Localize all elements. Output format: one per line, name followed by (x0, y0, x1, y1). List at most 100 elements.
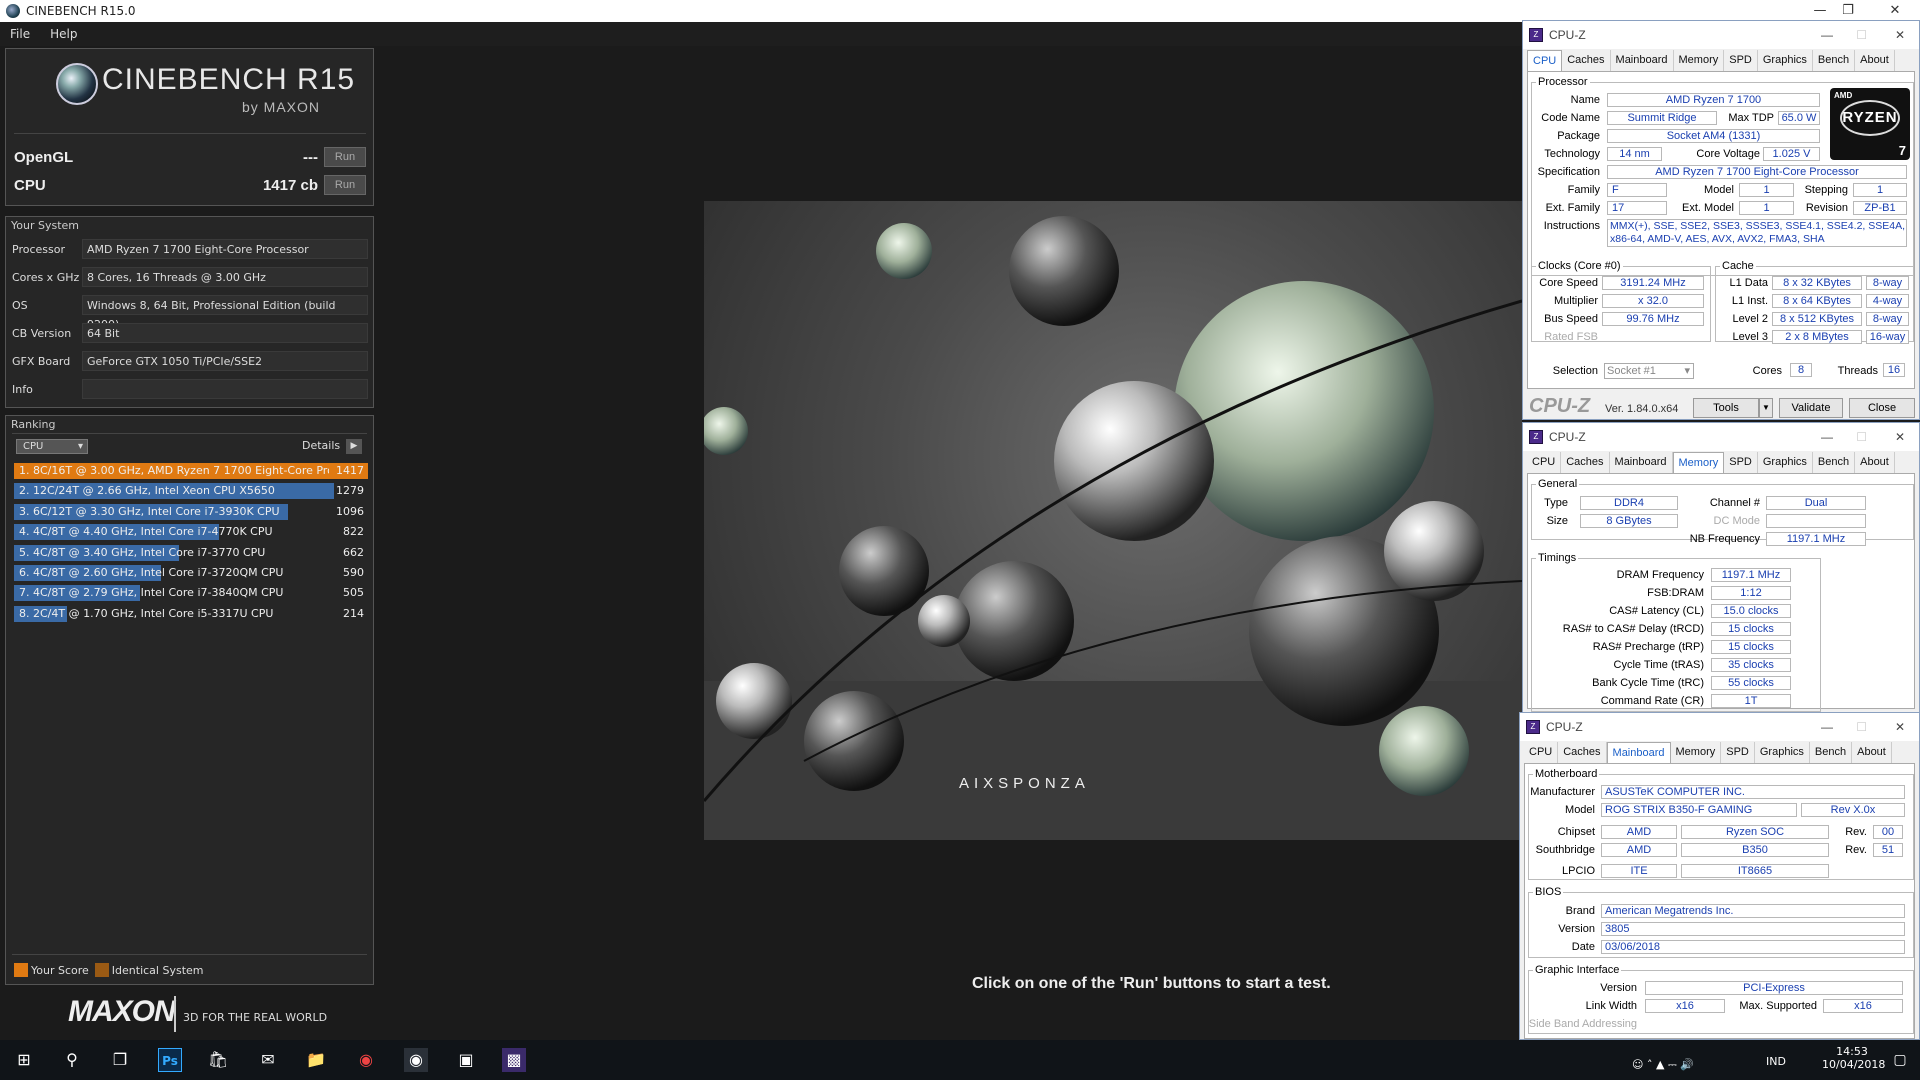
tab-cpu[interactable]: CPU (1527, 452, 1562, 473)
tab-caches[interactable]: Caches (1561, 452, 1610, 473)
tab-about[interactable]: About (1855, 452, 1895, 473)
tab-bench[interactable]: Bench (1813, 50, 1856, 71)
ranking-row[interactable]: 6. 4C/8T @ 2.60 GHz, Intel Core i7-3720Q… (14, 564, 368, 582)
sys-value[interactable]: GeForce GTX 1050 Ti/PCIe/SSE2 (82, 351, 368, 371)
minimize-icon[interactable]: — (1821, 720, 1833, 734)
ranking-row[interactable]: 8. 2C/4T @ 1.70 GHz, Intel Core i5-3317U… (14, 605, 368, 623)
nb-frequency-field: 1197.1 MHz (1766, 532, 1866, 546)
field-label: DRAM Frequency (1616, 569, 1704, 581)
tab-cpu[interactable]: CPU (1524, 742, 1559, 763)
ranking-row[interactable]: 1. 8C/16T @ 3.00 GHz, AMD Ryzen 7 1700 E… (14, 462, 368, 480)
tab-mainboard[interactable]: Mainboard (1611, 50, 1674, 71)
tab-bench[interactable]: Bench (1810, 742, 1853, 763)
details-label[interactable]: Details (302, 439, 340, 452)
divider (12, 954, 367, 955)
field-label: Version (1600, 982, 1637, 994)
arrow-up-icon[interactable]: ˄ (1647, 1058, 1653, 1071)
photoshop-icon[interactable]: Ps (158, 1048, 182, 1072)
close-icon[interactable]: ✕ (1895, 28, 1905, 42)
close-icon[interactable]: ✕ (1895, 430, 1905, 444)
cpu-run-button[interactable]: Run (324, 175, 366, 195)
tab-graphics[interactable]: Graphics (1755, 742, 1810, 763)
level3-field: 2 x 8 MBytes (1772, 330, 1862, 344)
ranking-select[interactable]: CPU ▾ (16, 439, 88, 454)
ranking-row[interactable]: 5. 4C/8T @ 3.40 GHz, Intel Core i7-3770 … (14, 544, 368, 562)
clock[interactable]: 14:53 10/04/2018 (1822, 1045, 1885, 1071)
tab-spd[interactable]: SPD (1724, 50, 1758, 71)
bios-brand-field: American Megatrends Inc. (1601, 904, 1905, 918)
link-width-field: x16 (1645, 999, 1725, 1013)
menu-file[interactable]: File (0, 27, 40, 41)
tab-mainboard[interactable]: Mainboard (1606, 742, 1671, 763)
tab-about[interactable]: About (1855, 50, 1895, 71)
sys-value[interactable]: Windows 8, 64 Bit, Professional Edition … (82, 295, 368, 331)
opengl-run-button[interactable]: Run (324, 147, 366, 167)
people-icon[interactable]: ☺ (1632, 1058, 1643, 1071)
chipset-field: Ryzen SOC (1681, 825, 1829, 839)
field-label: Core Voltage (1696, 148, 1760, 160)
sys-value[interactable]: AMD Ryzen 7 1700 Eight-Core Processor (82, 239, 368, 259)
sys-value[interactable]: 8 Cores, 16 Threads @ 3.00 GHz (82, 267, 368, 287)
tab-cpu[interactable]: CPU (1527, 50, 1563, 71)
close-button[interactable]: Close (1849, 398, 1915, 418)
ranking-row[interactable]: 4. 4C/8T @ 4.40 GHz, Intel Core i7-4770K… (14, 523, 368, 541)
tab-memory[interactable]: Memory (1674, 50, 1725, 71)
field-label: Bank Cycle Time (tRC) (1592, 677, 1704, 689)
file-explorer-icon[interactable]: 📁 (304, 1048, 328, 1072)
windows-start-icon[interactable]: ⊞ (12, 1048, 36, 1072)
notifications-icon[interactable]: ▢ (1888, 1048, 1912, 1072)
cinebench-taskbar-icon[interactable]: ◉ (404, 1048, 428, 1072)
field-label: Side Band Addressing (1528, 1018, 1637, 1030)
ranking-row[interactable]: 3. 6C/12T @ 3.30 GHz, Intel Core i7-3930… (14, 503, 368, 521)
volume-icon[interactable]: 🔊 (1680, 1058, 1694, 1071)
socket-select[interactable]: Socket #1 ▾ (1604, 363, 1694, 379)
tab-spd[interactable]: SPD (1721, 742, 1755, 763)
legend-your-score: Your Score (31, 963, 89, 977)
sys-value[interactable]: 64 Bit (82, 323, 368, 343)
tray-app-icon[interactable]: ▲ (1656, 1058, 1664, 1071)
tools-button[interactable]: Tools (1693, 398, 1759, 418)
tab-bench[interactable]: Bench (1813, 452, 1856, 473)
close-icon[interactable]: ✕ (1875, 0, 1915, 22)
chrome-icon[interactable]: ◉ (354, 1048, 378, 1072)
tab-graphics[interactable]: Graphics (1758, 452, 1813, 473)
validate-button[interactable]: Validate (1779, 398, 1843, 418)
store-icon[interactable]: 🛍 (206, 1048, 230, 1072)
close-icon[interactable]: ✕ (1895, 720, 1905, 734)
field-label: NB Frequency (1689, 533, 1760, 545)
dram-frequency-field: 1197.1 MHz (1711, 568, 1791, 582)
tab-memory[interactable]: Memory (1672, 452, 1725, 473)
tools-dropdown-icon[interactable]: ▼ (1759, 398, 1773, 418)
cpuz-taskbar-icon[interactable]: ▩ (502, 1048, 526, 1072)
sys-value[interactable] (82, 379, 368, 399)
network-icon[interactable]: ⎓ (1668, 1058, 1677, 1071)
search-icon[interactable]: ⚲ (60, 1048, 84, 1072)
tab-about[interactable]: About (1852, 742, 1892, 763)
menu-help[interactable]: Help (40, 27, 87, 41)
ranking-row[interactable]: 7. 4C/8T @ 2.79 GHz, Intel Core i7-3840Q… (14, 584, 368, 602)
tab-spd[interactable]: SPD (1724, 452, 1758, 473)
cpuz-title: CPU-Z (1546, 720, 1583, 734)
language-indicator[interactable]: IND (1766, 1055, 1786, 1068)
package-field: Socket AM4 (1331) (1607, 129, 1820, 143)
ranking-label: 1. 8C/16T @ 3.00 GHz, AMD Ryzen 7 1700 E… (19, 464, 329, 477)
tab-caches[interactable]: Caches (1562, 50, 1611, 71)
minimize-icon[interactable]: — (1821, 28, 1833, 42)
ranking-label: 2. 12C/24T @ 2.66 GHz, Intel Xeon CPU X5… (19, 484, 275, 498)
tab-graphics[interactable]: Graphics (1758, 50, 1813, 71)
restore-icon[interactable]: ❐ (1828, 0, 1868, 22)
sticky-notes-icon[interactable]: ▣ (454, 1048, 478, 1072)
task-view-icon[interactable]: ❐ (108, 1048, 132, 1072)
cpu-score-row: CPU 1417 cb Run (14, 173, 366, 197)
field-label: DC Mode (1713, 515, 1760, 527)
ranking-row[interactable]: 2. 12C/24T @ 2.66 GHz, Intel Xeon CPU X5… (14, 482, 368, 500)
details-arrow-icon[interactable]: ▶ (346, 439, 362, 454)
tab-mainboard[interactable]: Mainboard (1610, 452, 1673, 473)
ranking-score: 1279 (336, 484, 364, 498)
tab-caches[interactable]: Caches (1558, 742, 1607, 763)
mail-icon[interactable]: ✉ (256, 1048, 280, 1072)
tab-memory[interactable]: Memory (1671, 742, 1722, 763)
minimize-icon[interactable]: — (1821, 430, 1833, 444)
amd-logo-text: AMD (1834, 91, 1853, 100)
aixsponza-logo: AIXSPONZA (959, 775, 1090, 792)
